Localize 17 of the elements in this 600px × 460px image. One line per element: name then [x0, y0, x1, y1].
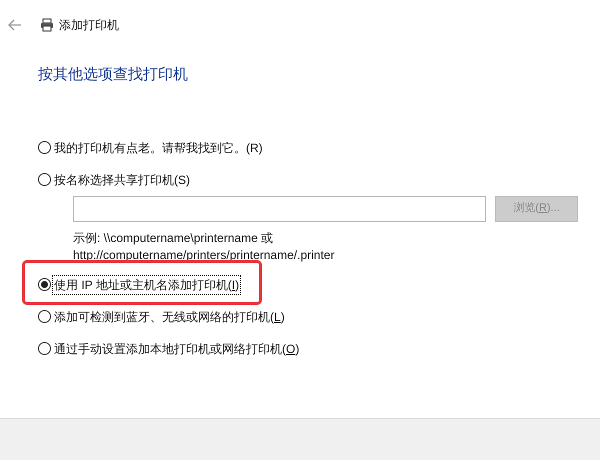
page-heading: 按其他选项查找打印机 [38, 65, 189, 85]
radio-button[interactable] [38, 141, 51, 154]
printer-icon [40, 18, 54, 32]
option-label[interactable]: 添加可检测到蓝牙、无线或网络的打印机(L) [53, 308, 286, 326]
example-text: http://computername/printers/printername/.printer [73, 246, 336, 264]
printer-name-field[interactable] [73, 196, 486, 222]
example-text: 示例: \\computername\printername 或 [73, 230, 274, 246]
option-label[interactable]: 使用 IP 地址或主机名添加打印机(I) [53, 276, 240, 294]
window-title: 添加打印机 [59, 17, 119, 34]
radio-button[interactable] [38, 310, 51, 323]
option-label[interactable]: 我的打印机有点老。请帮我找到它。(R) [53, 138, 264, 156]
back-arrow-icon[interactable] [8, 19, 22, 31]
radio-button[interactable] [38, 278, 51, 291]
option-label[interactable]: 按名称选择共享打印机(S) [53, 170, 191, 188]
radio-button[interactable] [38, 173, 51, 186]
option-label[interactable]: 通过手动设置添加本地打印机或网络打印机(O) [53, 340, 300, 358]
radio-button[interactable] [38, 342, 51, 355]
